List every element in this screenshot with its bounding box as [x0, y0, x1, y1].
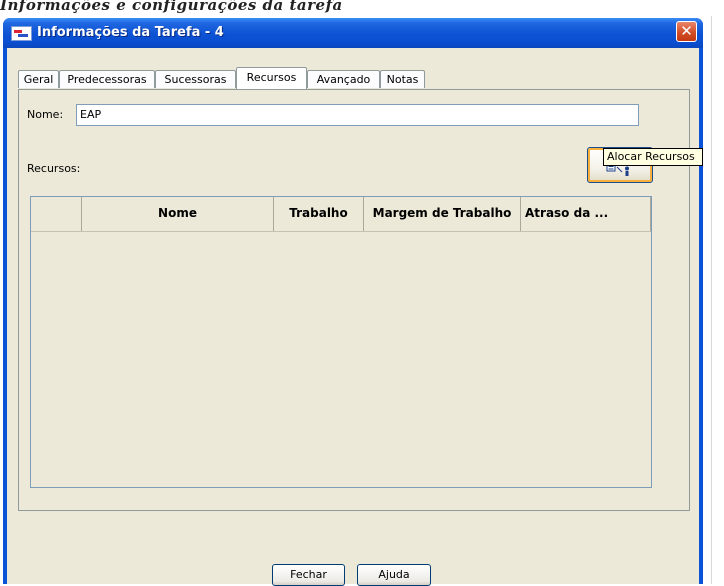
table-header: Nome Trabalho Margem de Trabalho Atraso … — [31, 197, 651, 232]
recursos-panel: Nome: EAP Recursos: Nome Trabalho Margem… — [18, 89, 690, 511]
app-icon — [11, 26, 32, 41]
resources-label: Recursos: — [27, 162, 81, 175]
resources-table: Nome Trabalho Margem de Trabalho Atraso … — [30, 196, 652, 488]
column-header-margem-de-trabalho[interactable]: Margem de Trabalho — [364, 197, 521, 231]
close-button[interactable]: Fechar — [272, 564, 345, 586]
title-bar[interactable]: Informações da Tarefa - 4 ✕ — [3, 18, 703, 48]
background-caption: Informações e configurações da tarefa — [0, 0, 343, 14]
column-header-nome[interactable]: Nome — [82, 197, 274, 231]
tab-geral[interactable]: Geral — [18, 70, 59, 88]
task-info-dialog: Informações da Tarefa - 4 ✕ Geral Predec… — [3, 18, 703, 586]
task-name-field[interactable]: EAP — [76, 104, 639, 126]
column-header-atraso[interactable]: Atraso da ... — [521, 197, 651, 231]
tab-predecessoras[interactable]: Predecessoras — [59, 70, 155, 88]
background-page-edge — [711, 16, 724, 584]
name-label: Nome: — [27, 108, 64, 121]
close-window-button[interactable]: ✕ — [676, 21, 697, 42]
dialog-client-area: Geral Predecessoras Sucessoras Recursos … — [7, 48, 703, 586]
column-header-trabalho[interactable]: Trabalho — [274, 197, 364, 231]
tab-recursos[interactable]: Recursos — [236, 67, 307, 89]
column-header-row-marker[interactable] — [31, 197, 82, 231]
table-body — [31, 232, 651, 487]
tab-sucessoras[interactable]: Sucessoras — [155, 70, 236, 88]
help-button[interactable]: Ajuda — [357, 564, 431, 586]
tab-notas[interactable]: Notas — [380, 70, 425, 88]
dialog-title: Informações da Tarefa - 4 — [37, 25, 224, 40]
assign-resources-tooltip: Alocar Recursos — [603, 148, 703, 166]
tab-avancado[interactable]: Avançado — [307, 70, 380, 88]
